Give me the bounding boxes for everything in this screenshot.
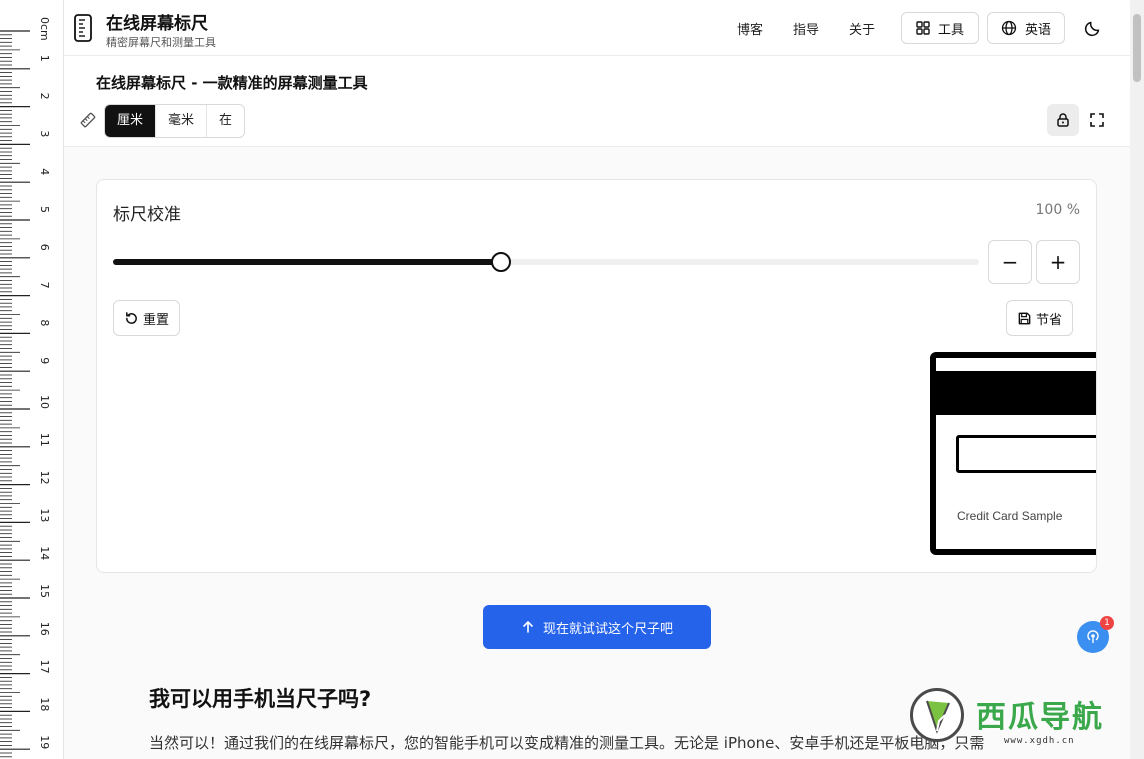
ruler-label: 11 bbox=[38, 433, 51, 447]
watermark-url: www.xgdh.cn bbox=[1004, 736, 1075, 746]
try-ruler-button[interactable]: 现在就试试这个尺子吧 bbox=[483, 605, 711, 649]
save-button[interactable]: 节省 bbox=[1006, 300, 1074, 336]
notification-badge: 1 bbox=[1100, 616, 1114, 630]
unit-inch-button[interactable]: 在 bbox=[207, 105, 244, 137]
watermark-logo-icon bbox=[910, 688, 964, 742]
unit-cm-button[interactable]: 厘米 bbox=[105, 105, 157, 137]
ruler-label: 0cm bbox=[38, 17, 51, 41]
ruler-label: 13 bbox=[38, 508, 51, 522]
increase-button[interactable]: + bbox=[1036, 240, 1080, 284]
app-header: 在线屏幕标尺 精密屏幕尺和测量工具 博客 指导 关于 工具 英语 bbox=[64, 0, 1130, 56]
broadcast-icon bbox=[1087, 630, 1099, 643]
ruler-label: 8 bbox=[38, 319, 51, 326]
slider-thumb[interactable] bbox=[490, 252, 511, 272]
try-ruler-label: 现在就试试这个尺子吧 bbox=[542, 621, 673, 637]
ruler-label: 18 bbox=[38, 697, 51, 711]
watermark: 西瓜导航 www.xgdh.cn bbox=[906, 684, 1130, 759]
grid-icon bbox=[916, 21, 930, 35]
ruler-label: 9 bbox=[38, 357, 51, 364]
calibration-title: 标尺校准 bbox=[113, 205, 181, 225]
ruler-label: 6 bbox=[38, 244, 51, 251]
ruler-logo-icon bbox=[74, 14, 92, 42]
tools-label: 工具 bbox=[937, 22, 964, 38]
reset-label: 重置 bbox=[143, 312, 170, 328]
ruler-label: 15 bbox=[38, 584, 51, 598]
ruler-label: 4 bbox=[38, 168, 51, 175]
ruler-small-icon bbox=[80, 112, 96, 128]
page-title: 在线屏幕标尺 - 一款精准的屏幕测量工具 bbox=[96, 74, 368, 92]
ruler-label: 2 bbox=[38, 93, 51, 100]
credit-card-sample: Credit Card Sample bbox=[930, 352, 1096, 555]
faq-heading: 我可以用手机当尺子吗? bbox=[149, 687, 372, 711]
decrease-button[interactable]: − bbox=[988, 240, 1032, 284]
ruler-ticks: 0cm12345678910111213141516171819 bbox=[0, 17, 51, 758]
page-scrollbar[interactable] bbox=[1130, 0, 1144, 759]
credit-card-sample-text: Credit Card Sample bbox=[957, 509, 1063, 523]
language-label: 英语 bbox=[1024, 22, 1051, 38]
ruler-label: 5 bbox=[38, 206, 51, 213]
ruler-label: 19 bbox=[38, 735, 51, 749]
slider-fill bbox=[113, 259, 501, 265]
fullscreen-icon bbox=[1090, 113, 1104, 127]
save-icon bbox=[1018, 312, 1031, 324]
screen-ruler: 0cm 1 2 3 4 5 6 7 8 9 10 11 12 13 14 15 16 17 18 19 bbox=[0, 0, 64, 759]
reset-button[interactable]: 重置 bbox=[113, 300, 181, 336]
nav-blog-link[interactable]: 博客 bbox=[737, 19, 763, 38]
language-button[interactable]: 英语 bbox=[987, 12, 1065, 44]
signature-panel bbox=[956, 435, 1096, 473]
arrow-up-icon bbox=[523, 621, 533, 633]
unit-selector: 厘米 毫米 在 bbox=[104, 104, 246, 138]
ruler-label: 17 bbox=[38, 660, 51, 674]
tools-button[interactable]: 工具 bbox=[901, 12, 979, 44]
nav-about-link[interactable]: 关于 bbox=[849, 19, 875, 38]
ruler-label: 1 bbox=[38, 55, 51, 62]
ruler-toolbar: 在线屏幕标尺 - 一款精准的屏幕测量工具 厘米 毫米 在 bbox=[64, 56, 1130, 147]
calibration-slider[interactable] bbox=[113, 252, 979, 272]
scrollbar-thumb[interactable] bbox=[1133, 14, 1141, 82]
ruler-label: 14 bbox=[38, 546, 51, 560]
nav-guide-link[interactable]: 指导 bbox=[793, 19, 819, 38]
ruler-label: 12 bbox=[38, 471, 51, 485]
calibration-value: 100 % bbox=[1035, 202, 1080, 218]
lock-button[interactable] bbox=[1047, 104, 1079, 136]
lock-icon bbox=[1057, 113, 1069, 127]
ruler-label: 7 bbox=[38, 282, 51, 289]
watermark-text: 西瓜导航 bbox=[976, 700, 1104, 735]
ruler-label: 10 bbox=[38, 395, 51, 409]
unit-mm-button[interactable]: 毫米 bbox=[156, 105, 208, 137]
brand-subtitle: 精密屏幕尺和测量工具 bbox=[106, 36, 216, 49]
save-label: 节省 bbox=[1036, 312, 1063, 328]
brand-title[interactable]: 在线屏幕标尺 bbox=[106, 9, 208, 34]
magnetic-stripe bbox=[936, 371, 1096, 415]
moon-icon[interactable] bbox=[1084, 19, 1102, 37]
ruler-label: 3 bbox=[38, 130, 51, 137]
globe-icon bbox=[1001, 20, 1017, 36]
reset-icon bbox=[126, 311, 137, 324]
calibration-card: 标尺校准 100 % − + 重置 节省 Credit Card Sample bbox=[96, 179, 1097, 573]
fullscreen-button[interactable] bbox=[1081, 104, 1113, 136]
ruler-label: 16 bbox=[38, 622, 51, 636]
